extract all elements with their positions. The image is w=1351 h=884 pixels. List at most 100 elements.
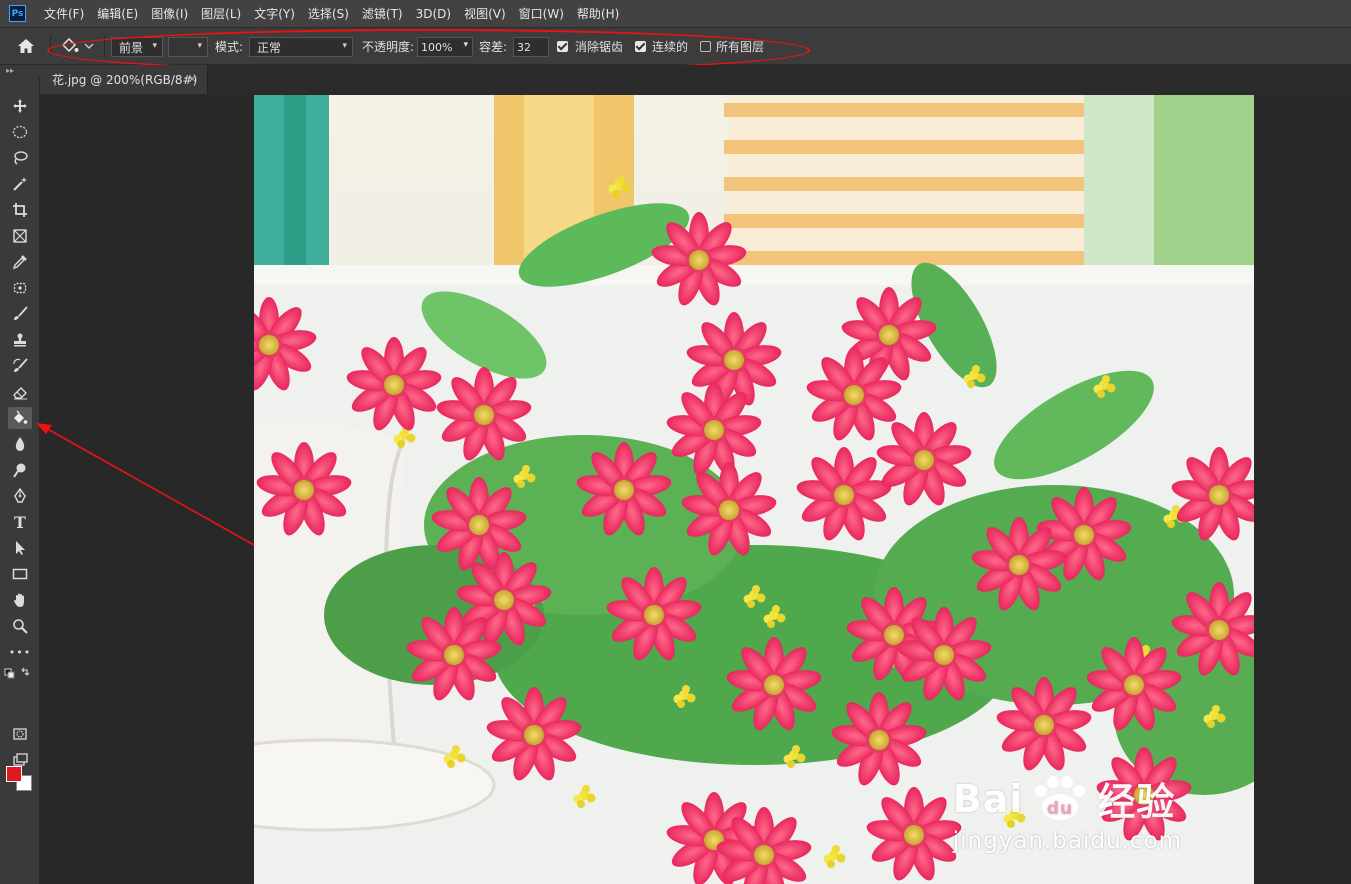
- menu-edit[interactable]: 编辑(E): [97, 5, 138, 22]
- fill-source-select[interactable]: 前景 ▾: [111, 37, 163, 57]
- patch-tool[interactable]: [8, 277, 32, 299]
- stamp-icon: [14, 333, 26, 347]
- menu-select[interactable]: 选择(S): [308, 5, 349, 22]
- tool-preset-picker[interactable]: [60, 28, 94, 64]
- blur-tool[interactable]: [8, 433, 32, 455]
- watermark-url: jingyan.baidu.com: [952, 828, 1182, 854]
- watermark-du-text: du: [1047, 799, 1073, 819]
- panel-collapse-toggle[interactable]: ▸▸: [0, 65, 40, 77]
- tolerance-field[interactable]: 32: [513, 37, 549, 57]
- chevron-down-icon: [84, 43, 94, 49]
- rectangle-tool[interactable]: [8, 563, 32, 585]
- eyedropper-icon: [12, 255, 27, 270]
- eraser-tool[interactable]: [8, 381, 32, 403]
- paint-bucket-icon: [14, 410, 28, 424]
- fill-source-value: 前景: [119, 40, 144, 55]
- tolerance-label: 容差:: [479, 39, 508, 54]
- magic-wand-tool[interactable]: [8, 173, 32, 195]
- paint-bucket-icon: [61, 38, 79, 53]
- arrow-select-icon: [16, 541, 25, 555]
- opacity-field[interactable]: 100% ▾: [417, 37, 473, 57]
- crop-tool[interactable]: [8, 199, 32, 221]
- lasso-tool[interactable]: [8, 147, 32, 169]
- menu-3d[interactable]: 3D(D): [416, 7, 451, 21]
- move-icon: [13, 99, 27, 113]
- all-layers-checkbox[interactable]: [700, 41, 711, 52]
- tools-panel: T •••: [0, 77, 40, 884]
- menu-file[interactable]: 文件(F): [44, 5, 84, 22]
- menu-bar: Ps 文件(F) 编辑(E) 图像(I) 图层(L) 文字(Y) 选择(S) 滤…: [0, 0, 1351, 27]
- antialias-label: 消除锯齿: [575, 39, 624, 54]
- rectangle-icon: [12, 568, 28, 580]
- blend-mode-value: 正常: [257, 40, 282, 55]
- chevron-down-icon: ▾: [463, 40, 468, 50]
- home-icon: [18, 39, 34, 53]
- brush-tool[interactable]: [8, 303, 32, 325]
- default-colors-and-swap[interactable]: [4, 667, 32, 681]
- tolerance-value: 32: [517, 40, 531, 54]
- contiguous-label: 连续的: [652, 39, 689, 54]
- foreground-color-swatch[interactable]: [6, 766, 22, 782]
- contiguous-checkbox[interactable]: [635, 41, 646, 52]
- menu-type[interactable]: 文字(Y): [254, 5, 295, 22]
- menu-layer[interactable]: 图层(L): [201, 5, 241, 22]
- marquee-tool[interactable]: [8, 121, 32, 143]
- crop-icon: [13, 203, 27, 217]
- canvas-area[interactable]: Bai du 经验 jingyan.baidu.com: [40, 95, 1351, 884]
- magic-wand-icon: [13, 177, 27, 191]
- hand-icon: [14, 593, 24, 607]
- flower-photo: [254, 95, 1254, 884]
- dodge-tool[interactable]: [8, 459, 32, 481]
- antialias-checkbox[interactable]: [557, 41, 568, 52]
- document-image[interactable]: Bai du 经验 jingyan.baidu.com: [254, 95, 1254, 884]
- type-tool[interactable]: T: [8, 511, 32, 533]
- paw-icon: du: [1035, 775, 1086, 820]
- document-tab-title: 花.jpg @ 200%(RGB/8#): [52, 73, 198, 87]
- frame-tool[interactable]: [8, 225, 32, 247]
- watermark-brand-text: Bai: [952, 776, 1024, 821]
- quick-mask-icon: [13, 728, 27, 740]
- path-select-tool[interactable]: [8, 537, 32, 559]
- drop-icon: [15, 437, 25, 451]
- stamp-tool[interactable]: [8, 329, 32, 351]
- chevron-down-icon: ▾: [342, 41, 347, 51]
- eraser-icon: [13, 387, 27, 400]
- watermark-brand-cn: 经验: [1097, 780, 1176, 824]
- home-button[interactable]: [17, 28, 35, 64]
- default-colors-icon: [4, 667, 30, 679]
- quick-mask-toggle[interactable]: [8, 723, 32, 745]
- document-tab-bar: 花.jpg @ 200%(RGB/8#) ×: [40, 65, 1351, 95]
- mode-label: 模式:: [215, 39, 244, 54]
- zoom-tool[interactable]: [8, 615, 32, 637]
- paint-bucket-tool[interactable]: [8, 407, 32, 429]
- dodge-icon: [13, 463, 26, 478]
- photoshop-logo: Ps: [9, 5, 26, 22]
- all-layers-label: 所有图层: [716, 39, 765, 54]
- frame-icon: [13, 229, 27, 243]
- pen-tool[interactable]: [8, 485, 32, 507]
- menu-filter[interactable]: 滤镜(T): [362, 5, 403, 22]
- document-tab[interactable]: 花.jpg @ 200%(RGB/8#) ×: [40, 65, 208, 94]
- chevron-down-icon: ▾: [197, 41, 202, 51]
- chevron-down-icon: ▾: [152, 41, 157, 51]
- menu-view[interactable]: 视图(V): [464, 5, 506, 22]
- opacity-value: 100%: [421, 40, 453, 54]
- patch-icon: [13, 282, 27, 294]
- pen-icon: [14, 488, 26, 503]
- eyedropper-tool[interactable]: [8, 251, 32, 273]
- menu-window[interactable]: 窗口(W): [519, 5, 564, 22]
- menu-image[interactable]: 图像(I): [151, 5, 188, 22]
- baidu-jingyan-watermark: Bai du 经验 jingyan.baidu.com: [953, 771, 1182, 854]
- ellipse-marquee-icon: [12, 125, 28, 139]
- pattern-picker[interactable]: ▾: [168, 37, 208, 57]
- history-brush-tool[interactable]: [8, 355, 32, 377]
- move-tool[interactable]: [8, 95, 32, 117]
- menu-help[interactable]: 帮助(H): [577, 5, 619, 22]
- options-bar: 前景 ▾ ▾ 模式: 正常 ▾ 不透明度: 100% ▾ 容差: 32 消除锯齿…: [0, 27, 1351, 65]
- zoom-icon: [13, 619, 28, 634]
- more-tools[interactable]: •••: [8, 641, 32, 663]
- blend-mode-select[interactable]: 正常 ▾: [249, 37, 353, 57]
- history-brush-icon: [13, 358, 28, 372]
- close-icon[interactable]: ×: [188, 72, 197, 85]
- hand-tool[interactable]: [8, 589, 32, 611]
